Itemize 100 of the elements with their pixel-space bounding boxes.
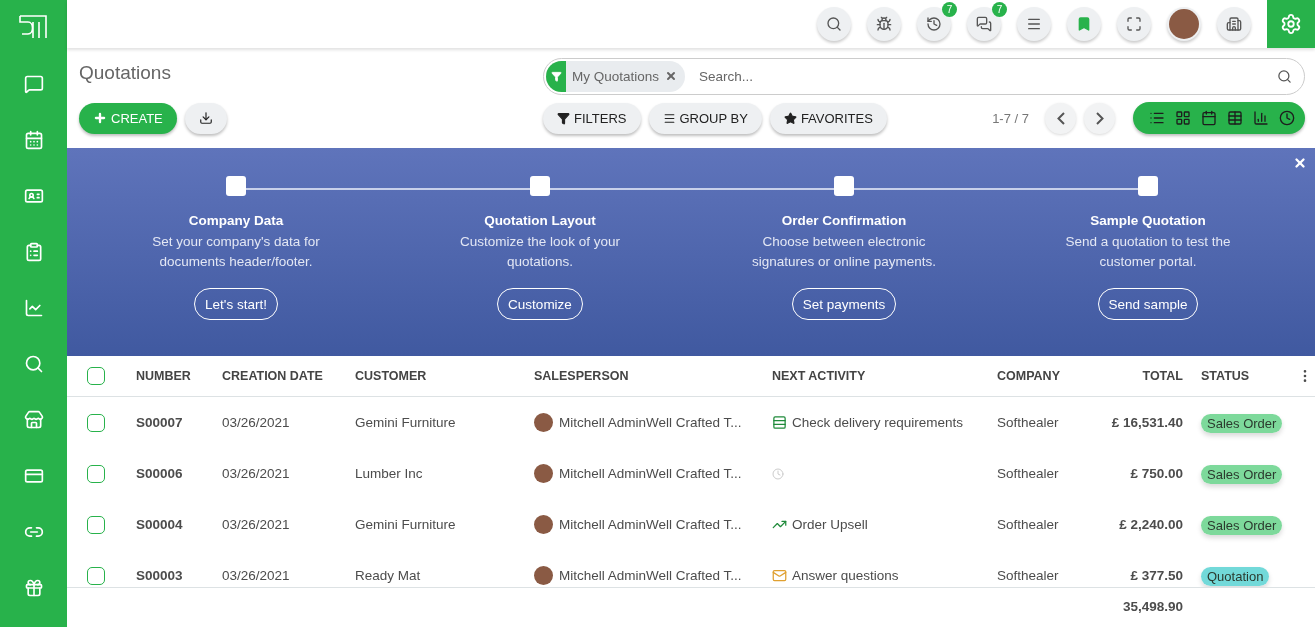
- plus-icon: [93, 111, 107, 125]
- search-button[interactable]: [817, 7, 851, 41]
- filter-button[interactable]: GROUP BY: [648, 102, 762, 134]
- filter-button[interactable]: FAVORITES: [769, 102, 887, 134]
- line-chart-icon[interactable]: [23, 298, 44, 318]
- building-button[interactable]: [1217, 7, 1251, 41]
- chat-icon[interactable]: [23, 74, 44, 94]
- column-header[interactable]: CREATION DATE: [222, 369, 355, 383]
- table-cell-text: 03/26/2021: [222, 415, 291, 430]
- step-description: Customize the look of your quotations.: [459, 233, 621, 271]
- contact-card-icon[interactable]: [23, 186, 44, 206]
- calendar-icon[interactable]: [23, 130, 44, 150]
- status-tag: Sales Order: [1201, 515, 1283, 535]
- menu-icon: [1026, 16, 1042, 32]
- menu-icon: [662, 111, 676, 125]
- table-cell-text: £ 377.50: [1129, 568, 1184, 583]
- step-title: Quotation Layout: [484, 213, 596, 228]
- table-cell: Check delivery requirements: [792, 415, 964, 430]
- bookmark-button[interactable]: [1067, 7, 1101, 41]
- grid-view-icon[interactable]: [1175, 110, 1191, 126]
- user-avatar: [534, 413, 553, 432]
- menu-button[interactable]: [1017, 7, 1051, 41]
- status-tag: Sales Order: [1201, 464, 1283, 484]
- filter-button[interactable]: FILTERS: [543, 102, 641, 134]
- bar-chart-icon[interactable]: [1253, 110, 1269, 126]
- fullscreen-button[interactable]: [1117, 7, 1151, 41]
- remove-icon[interactable]: [665, 70, 678, 82]
- filter-facet[interactable]: My Quotations: [546, 60, 686, 92]
- row-checkbox[interactable]: [87, 413, 105, 432]
- list-view-icon[interactable]: [1149, 110, 1165, 126]
- clock-button[interactable]: [917, 7, 951, 41]
- column-header[interactable]: NEXT ACTIVITY: [772, 369, 997, 383]
- gift-icon[interactable]: [23, 578, 44, 598]
- chevron-left-icon: [1056, 111, 1065, 125]
- count-badge: 7: [992, 2, 1007, 17]
- table-cell-text: £ 750.00: [1129, 466, 1184, 481]
- search-icon[interactable]: [1277, 68, 1292, 84]
- step-marker: [1138, 176, 1158, 196]
- user-avatar: [534, 464, 553, 483]
- table-cell-text: £ 2,240.00: [1118, 517, 1184, 532]
- download-button[interactable]: [184, 102, 227, 134]
- count-badge: 7: [942, 2, 957, 17]
- column-header[interactable]: CUSTOMER: [355, 369, 534, 383]
- user-avatar: [534, 566, 553, 585]
- column-header[interactable]: COMPANY: [997, 369, 1099, 383]
- settings-button[interactable]: [1267, 0, 1315, 48]
- settings-icon: [1280, 13, 1302, 35]
- download-icon: [198, 111, 213, 125]
- row-checkbox[interactable]: [87, 515, 105, 534]
- select-all-checkbox[interactable]: [87, 367, 105, 385]
- clock-icon[interactable]: [1279, 110, 1295, 126]
- table-cell-text: 03/26/2021: [222, 517, 291, 532]
- column-header[interactable]: SALESPERSON: [534, 369, 772, 383]
- pager-count: 1-7 / 7: [992, 110, 1029, 126]
- step-title: Company Data: [188, 213, 284, 228]
- store-icon[interactable]: [23, 410, 44, 430]
- table-cell-text: Gemini Furniture: [355, 517, 457, 532]
- step-description: Set your company's data for documents header/footer.: [151, 233, 321, 271]
- row-checkbox[interactable]: [87, 566, 105, 585]
- chevron-right-icon: [1095, 111, 1104, 125]
- step-description: Choose between electronic signatures or online payments.: [751, 233, 937, 271]
- table-cell-text: Softhealer: [997, 568, 1060, 583]
- close-icon[interactable]: [1293, 156, 1307, 170]
- credit-card-icon[interactable]: [23, 466, 44, 486]
- bug-button[interactable]: [867, 7, 901, 41]
- tasks-icon[interactable]: [772, 415, 787, 430]
- sum-total: 35,498.90: [1121, 598, 1184, 614]
- step-marker: [834, 176, 854, 196]
- previous-button[interactable]: [1045, 102, 1076, 134]
- table-cell-text: £ 16,531.40: [1110, 415, 1184, 430]
- table-cell-text: S00003: [136, 568, 184, 583]
- column-header[interactable]: TOTAL: [1099, 369, 1201, 383]
- user-avatar[interactable]: [1167, 7, 1201, 41]
- table-cell-text: S00007: [136, 415, 184, 430]
- row-checkbox[interactable]: [87, 464, 105, 483]
- table-cell: Mitchell AdminWell Crafted T...: [559, 517, 742, 532]
- column-header[interactable]: STATUS: [1201, 369, 1297, 383]
- star-icon: [783, 111, 797, 125]
- step-marker: [226, 176, 246, 196]
- chat-button[interactable]: [967, 7, 1001, 41]
- table-cell: Mitchell AdminWell Crafted T...: [559, 568, 742, 583]
- calendar-view-icon[interactable]: [1201, 110, 1217, 126]
- column-header[interactable]: NUMBER: [136, 369, 222, 383]
- table-cell-text: Ready Mat: [355, 568, 422, 583]
- table-cell-text: Softhealer: [997, 415, 1060, 430]
- table-cell: Mitchell AdminWell Crafted T...: [559, 415, 742, 430]
- status-tag: Sales Order: [1201, 413, 1283, 433]
- table-cell-text: S00004: [136, 517, 184, 532]
- table-cell-text: Lumber Inc: [355, 466, 424, 481]
- table-view-icon[interactable]: [1227, 110, 1243, 126]
- user-avatar: [534, 515, 553, 534]
- next-button[interactable]: [1084, 102, 1115, 134]
- filter-icon: [557, 111, 570, 125]
- envelope-icon[interactable]: [772, 568, 787, 583]
- step-marker: [530, 176, 550, 196]
- chat-icon: [976, 16, 992, 32]
- search-icon: [826, 16, 842, 32]
- status-tag: Quotation: [1201, 566, 1270, 586]
- table-cell-text: 03/26/2021: [222, 466, 291, 481]
- table-cell-text: Softhealer: [997, 517, 1060, 532]
